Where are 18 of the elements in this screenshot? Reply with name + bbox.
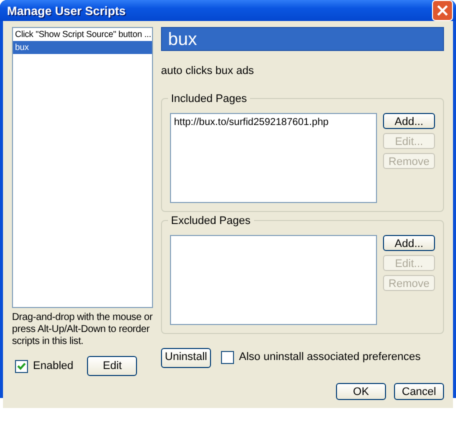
edit-button[interactable]: Edit [87, 356, 138, 376]
dialog-button[interactable]: Cancel [394, 383, 444, 400]
page-button[interactable]: Add... [383, 234, 435, 250]
dialog-button[interactable]: OK [336, 383, 386, 400]
window-title: Manage User Scripts [6, 2, 126, 20]
enabled-checkbox[interactable] [15, 360, 28, 372]
hint-text: Drag-and-drop with the mouse or press Alt-Up/Alt-Down to reorder scripts in this list. [12, 312, 153, 348]
prefs-checkbox[interactable] [221, 351, 234, 364]
description-text: auto clicks bux ads [161, 64, 255, 79]
page-button[interactable]: Add... [383, 112, 435, 128]
close-icon[interactable] [432, 0, 453, 21]
checkbox-label: Enabled [33, 358, 74, 374]
script-item[interactable]: bux [13, 41, 152, 54]
uninstall-button[interactable]: Uninstall [161, 348, 211, 368]
page-item[interactable]: http://bux.to/surfid2592187601.php [171, 116, 376, 128]
checkbox-label: Also uninstall associated preferences [239, 350, 421, 366]
script-item[interactable]: Click "Show Script Source" button ... [13, 28, 152, 41]
script-title: bux [161, 27, 444, 51]
